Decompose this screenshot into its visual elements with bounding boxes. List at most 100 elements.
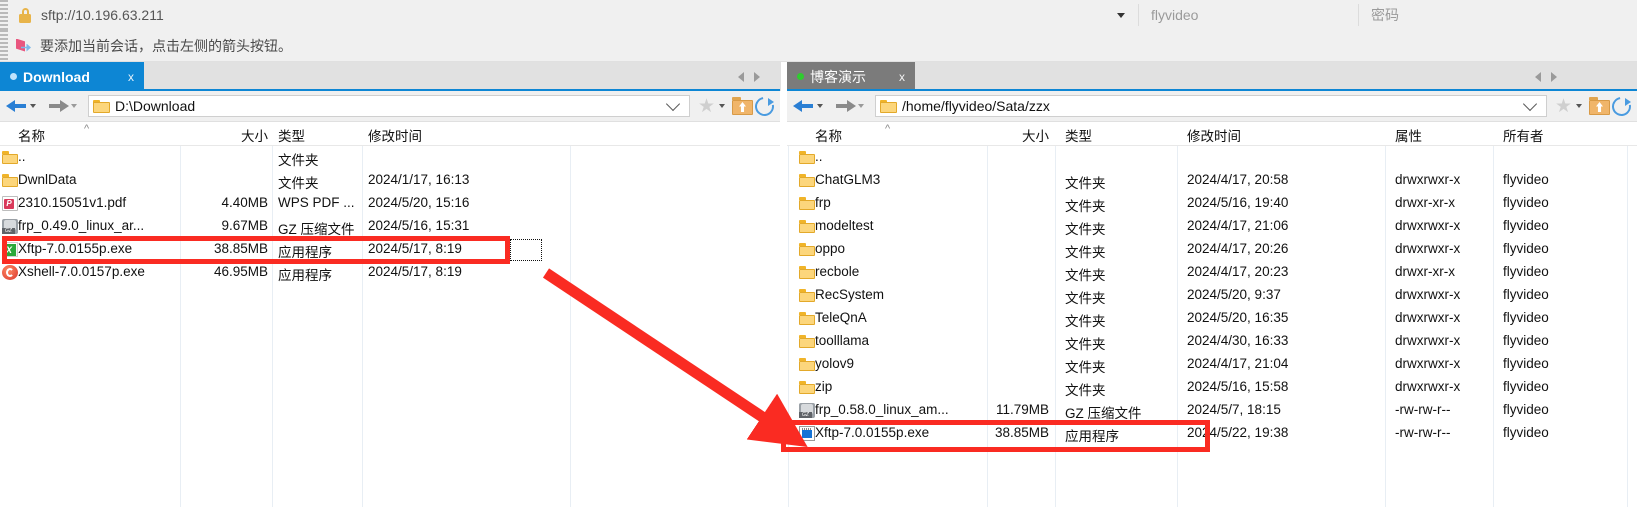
file-attributes: -rw-rw-r-- bbox=[1395, 402, 1451, 417]
file-name: yolov9 bbox=[815, 356, 855, 371]
column-header-3[interactable]: 类型 bbox=[278, 125, 305, 145]
refresh-icon[interactable] bbox=[751, 92, 778, 120]
remote-back-button[interactable] bbox=[793, 97, 828, 115]
file-row[interactable]: recbole 文件夹 2024/4/17, 20:23 drwxr-xr-x flyv… bbox=[787, 261, 1637, 284]
chevron-down-icon[interactable] bbox=[71, 104, 77, 108]
chevron-down-icon[interactable] bbox=[817, 104, 823, 108]
forward-arrow-icon bbox=[834, 97, 856, 115]
refresh-icon[interactable] bbox=[1608, 92, 1635, 120]
file-type: 文件夹 bbox=[278, 176, 319, 191]
chevron-down-icon[interactable] bbox=[665, 96, 681, 112]
chevron-down-icon[interactable] bbox=[719, 104, 725, 108]
chevron-left-icon[interactable] bbox=[1535, 71, 1541, 82]
file-row[interactable]: .. bbox=[787, 146, 1637, 169]
back-arrow-icon bbox=[793, 97, 815, 115]
file-modified: 2024/4/17, 21:04 bbox=[1187, 356, 1289, 371]
file-row[interactable]: frp 文件夹 2024/5/16, 19:40 drwxr-xr-x flyvideo bbox=[787, 192, 1637, 215]
forward-arrow-icon bbox=[47, 97, 69, 115]
file-size: 9.67MB bbox=[221, 218, 268, 233]
chevron-down-icon[interactable] bbox=[1576, 104, 1582, 108]
file-name: TeleQnA bbox=[815, 310, 867, 325]
file-row[interactable]: ChatGLM3 文件夹 2024/4/17, 20:58 drwxrwxr-x fly… bbox=[787, 169, 1637, 192]
address-value: sftp://10.196.63.211 bbox=[41, 7, 164, 23]
up-folder-icon[interactable] bbox=[732, 97, 753, 115]
column-header-4[interactable]: 修改时间 bbox=[1187, 125, 1241, 145]
address-field[interactable]: sftp://10.196.63.211 bbox=[8, 0, 1108, 30]
remote-path-value: /home/flyvideo/Sata/zzx bbox=[902, 98, 1050, 114]
up-folder-icon[interactable] bbox=[1589, 97, 1610, 115]
file-owner: flyvideo bbox=[1503, 241, 1549, 256]
lock-icon bbox=[18, 7, 32, 23]
file-row[interactable]: RecSystem 文件夹 2024/5/20, 9:37 drwxrwxr-x fly… bbox=[787, 284, 1637, 307]
close-icon[interactable]: x bbox=[899, 70, 905, 84]
remote-file-list[interactable]: 名称 大小 类型 修改时间 属性 所有者 ^.. ChatGLM3 文件夹 2024/4/17, … bbox=[787, 122, 1637, 507]
chevron-down-icon[interactable] bbox=[30, 104, 36, 108]
chevron-right-icon[interactable] bbox=[1551, 71, 1557, 82]
remote-toolbar: ★ bbox=[1549, 92, 1637, 120]
local-forward-button[interactable] bbox=[47, 97, 82, 115]
file-row[interactable]: Xshell-7.0.0157p.exe 46.95MB 应用程序 2024/5/17… bbox=[0, 261, 780, 284]
password-input[interactable]: 密码 bbox=[1358, 4, 1637, 26]
file-row[interactable]: toolllama 文件夹 2024/4/30, 16:33 drwxrwxr-x fl… bbox=[787, 330, 1637, 353]
column-header-4[interactable]: 修改时间 bbox=[368, 125, 422, 145]
file-attributes: drwxrwxr-x bbox=[1395, 310, 1461, 325]
remote-path-input[interactable]: /home/flyvideo/Sata/zzx bbox=[875, 95, 1547, 117]
file-row[interactable]: TeleQnA 文件夹 2024/5/20, 16:35 drwxrwxr-x flyv… bbox=[787, 307, 1637, 330]
username-input[interactable]: flyvideo bbox=[1138, 4, 1358, 26]
file-owner: flyvideo bbox=[1503, 195, 1549, 210]
column-header-2[interactable]: 大小 bbox=[198, 125, 268, 145]
file-type: WPS PDF ... bbox=[278, 195, 355, 210]
file-row[interactable]: .. 文件夹 bbox=[0, 146, 780, 169]
star-icon[interactable]: ★ bbox=[698, 97, 715, 116]
file-row[interactable]: X Xftp-7.0.0155p.exe 38.85MB 应用程序 2024/5/17,… bbox=[0, 238, 780, 261]
chevron-down-icon[interactable] bbox=[1522, 96, 1538, 112]
file-type: 应用程序 bbox=[1065, 429, 1119, 444]
column-header-3[interactable]: 类型 bbox=[1065, 125, 1092, 145]
file-row[interactable]: yolov9 文件夹 2024/4/17, 21:04 drwxrwxr-x flyvi… bbox=[787, 353, 1637, 376]
close-icon[interactable]: x bbox=[128, 70, 134, 84]
file-modified: 2024/4/17, 20:58 bbox=[1187, 172, 1289, 187]
file-row[interactable]: P 2310.15051v1.pdf 4.40MB WPS PDF ... 2024/5… bbox=[0, 192, 780, 215]
star-icon[interactable]: ★ bbox=[1555, 97, 1572, 116]
tab-label: 博客演示 bbox=[810, 68, 866, 85]
file-modified: 2024/5/17, 8:19 bbox=[368, 264, 462, 279]
chevron-right-icon[interactable] bbox=[754, 71, 760, 82]
notice-bar: 要添加当前会话，点击左侧的箭头按钮。 bbox=[0, 30, 1637, 62]
file-row[interactable]: oppo 文件夹 2024/4/17, 20:26 drwxrwxr-x flyvide… bbox=[787, 238, 1637, 261]
xftp-app-icon bbox=[799, 426, 815, 441]
file-row[interactable]: modeltest 文件夹 2024/4/17, 21:06 drwxrwxr-x fl… bbox=[787, 215, 1637, 238]
file-row[interactable]: zip 文件夹 2024/5/16, 15:58 drwxrwxr-x flyvideo bbox=[787, 376, 1637, 399]
folder-icon bbox=[799, 334, 815, 349]
column-header-row: 名称 大小 类型 修改时间 ^ bbox=[0, 122, 780, 146]
file-row[interactable]: GZ frp_0.49.0_linux_ar... 9.67MB GZ 压缩文件 202… bbox=[0, 215, 780, 238]
address-dropdown-button[interactable] bbox=[1108, 0, 1134, 30]
file-row[interactable]: DwnlData 文件夹 2024/1/17, 16:13 bbox=[0, 169, 780, 192]
column-header-1[interactable]: 名称 bbox=[815, 125, 842, 145]
local-file-list[interactable]: 名称 大小 类型 修改时间 ^.. 文件夹 DwnlData 文件夹 2024/1/17, 16… bbox=[0, 122, 780, 507]
file-type: 文件夹 bbox=[1065, 337, 1106, 352]
file-type: GZ 压缩文件 bbox=[278, 222, 355, 237]
file-name: ChatGLM3 bbox=[815, 172, 881, 187]
remote-forward-button[interactable] bbox=[834, 97, 869, 115]
file-name: 2310.15051v1.pdf bbox=[18, 195, 127, 210]
remote-path-bar: /home/flyvideo/Sata/zzx ★ bbox=[787, 91, 1637, 122]
xftp-app-icon: X bbox=[2, 242, 18, 257]
file-name: Xshell-7.0.0157p.exe bbox=[18, 264, 145, 279]
file-row[interactable]: GZ frp_0.58.0_linux_am... 11.79MB GZ 压缩文件 20… bbox=[787, 399, 1637, 422]
column-header-5[interactable]: 属性 bbox=[1395, 125, 1422, 145]
column-header-1[interactable]: 名称 bbox=[18, 125, 45, 145]
column-header-2[interactable]: 大小 bbox=[979, 125, 1049, 145]
local-path-input[interactable]: D:\Download bbox=[88, 95, 690, 117]
folder-icon bbox=[2, 150, 18, 165]
chevron-down-icon[interactable] bbox=[858, 104, 864, 108]
file-name: DwnlData bbox=[18, 172, 77, 187]
chevron-left-icon[interactable] bbox=[738, 71, 744, 82]
file-size: 11.79MB bbox=[995, 402, 1049, 417]
local-back-button[interactable] bbox=[6, 97, 41, 115]
file-row[interactable]: Xftp-7.0.0155p.exe 38.85MB 应用程序 2024/5/22, … bbox=[787, 422, 1637, 445]
tab-download[interactable]: Download x bbox=[0, 62, 144, 91]
xshell-app-icon bbox=[2, 265, 18, 280]
tab-blog-demo[interactable]: 博客演示 x bbox=[787, 62, 915, 91]
column-header-6[interactable]: 所有者 bbox=[1503, 125, 1544, 145]
folder-icon bbox=[799, 150, 815, 165]
